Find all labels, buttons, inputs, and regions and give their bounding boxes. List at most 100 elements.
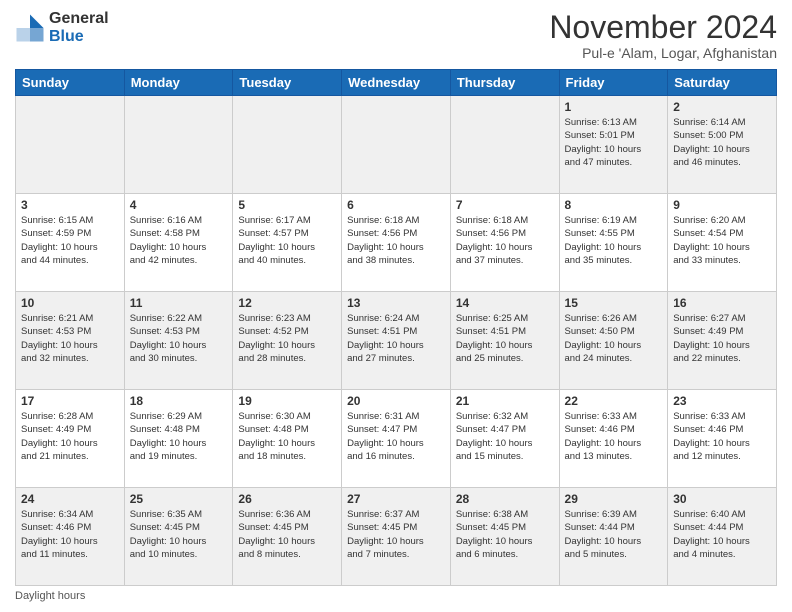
day-info: Sunrise: 6:26 AM Sunset: 4:50 PM Dayligh…: [565, 312, 663, 365]
day-number: 11: [130, 296, 228, 310]
day-number: 14: [456, 296, 554, 310]
day-info: Sunrise: 6:30 AM Sunset: 4:48 PM Dayligh…: [238, 410, 336, 463]
day-number: 22: [565, 394, 663, 408]
calendar-day-header-wednesday: Wednesday: [342, 70, 451, 96]
calendar-day-header-friday: Friday: [559, 70, 668, 96]
logo-icon: [15, 13, 45, 43]
calendar-cell: [450, 96, 559, 194]
calendar-cell: 18Sunrise: 6:29 AM Sunset: 4:48 PM Dayli…: [124, 390, 233, 488]
day-number: 10: [21, 296, 119, 310]
day-info: Sunrise: 6:34 AM Sunset: 4:46 PM Dayligh…: [21, 508, 119, 561]
calendar-cell: [124, 96, 233, 194]
day-info: Sunrise: 6:19 AM Sunset: 4:55 PM Dayligh…: [565, 214, 663, 267]
day-info: Sunrise: 6:28 AM Sunset: 4:49 PM Dayligh…: [21, 410, 119, 463]
calendar-week-row: 1 Sunrise: 6:13 AM Sunset: 5:01 PM Daylig…: [16, 96, 777, 194]
day-number: 26: [238, 492, 336, 506]
calendar-cell: 24 Sunrise: 6:34 AM Sunset: 4:46 PM Dayli…: [16, 488, 125, 586]
month-title: November 2024: [549, 10, 777, 45]
day-number: 17: [21, 394, 119, 408]
calendar-cell: 9 Sunrise: 6:20 AM Sunset: 4:54 PM Daylig…: [668, 194, 777, 292]
day-info: Sunrise: 6:20 AM Sunset: 4:54 PM Dayligh…: [673, 214, 771, 267]
day-number: 1: [565, 100, 663, 114]
calendar-cell: 5 Sunrise: 6:17 AM Sunset: 4:57 PM Daylig…: [233, 194, 342, 292]
calendar-cell: 17 Sunrise: 6:28 AM Sunset: 4:49 PM Dayli…: [16, 390, 125, 488]
day-info: Sunrise: 6:36 AM Sunset: 4:45 PM Dayligh…: [238, 508, 336, 561]
day-info: Sunrise: 6:14 AM Sunset: 5:00 PM Dayligh…: [673, 116, 771, 169]
day-info: Sunrise: 6:18 AM Sunset: 4:56 PM Dayligh…: [456, 214, 554, 267]
day-info: Sunrise: 6:37 AM Sunset: 4:45 PM Dayligh…: [347, 508, 445, 561]
calendar-cell: 19 Sunrise: 6:30 AM Sunset: 4:48 PM Dayli…: [233, 390, 342, 488]
day-number: 30: [673, 492, 771, 506]
calendar-cell: 6Sunrise: 6:18 AM Sunset: 4:56 PM Daylig…: [342, 194, 451, 292]
day-number: 3: [21, 198, 119, 212]
day-info: Sunrise: 6:40 AM Sunset: 4:44 PM Dayligh…: [673, 508, 771, 561]
day-number: 8: [565, 198, 663, 212]
calendar-day-header-tuesday: Tuesday: [233, 70, 342, 96]
day-number: 19: [238, 394, 336, 408]
day-info: Sunrise: 6:17 AM Sunset: 4:57 PM Dayligh…: [238, 214, 336, 267]
day-info: Sunrise: 6:21 AM Sunset: 4:53 PM Dayligh…: [21, 312, 119, 365]
subtitle: Pul-e 'Alam, Logar, Afghanistan: [549, 45, 777, 61]
day-info: Sunrise: 6:16 AM Sunset: 4:58 PM Dayligh…: [130, 214, 228, 267]
day-number: 28: [456, 492, 554, 506]
page: General Blue November 2024 Pul-e 'Alam, …: [0, 0, 792, 612]
footer: Daylight hours: [15, 590, 777, 602]
calendar-week-row: 17 Sunrise: 6:28 AM Sunset: 4:49 PM Dayli…: [16, 390, 777, 488]
calendar-cell: [342, 96, 451, 194]
calendar-cell: 11 Sunrise: 6:22 AM Sunset: 4:53 PM Dayli…: [124, 292, 233, 390]
calendar-cell: 13Sunrise: 6:24 AM Sunset: 4:51 PM Dayli…: [342, 292, 451, 390]
day-info: Sunrise: 6:23 AM Sunset: 4:52 PM Dayligh…: [238, 312, 336, 365]
day-number: 9: [673, 198, 771, 212]
day-info: Sunrise: 6:22 AM Sunset: 4:53 PM Dayligh…: [130, 312, 228, 365]
day-number: 29: [565, 492, 663, 506]
calendar-cell: 29 Sunrise: 6:39 AM Sunset: 4:44 PM Dayli…: [559, 488, 668, 586]
logo-general: General: [49, 10, 109, 28]
calendar-cell: 8 Sunrise: 6:19 AM Sunset: 4:55 PM Daylig…: [559, 194, 668, 292]
calendar-cell: [233, 96, 342, 194]
calendar-cell: 2 Sunrise: 6:14 AM Sunset: 5:00 PM Daylig…: [668, 96, 777, 194]
calendar-cell: 26 Sunrise: 6:36 AM Sunset: 4:45 PM Dayli…: [233, 488, 342, 586]
day-info: Sunrise: 6:38 AM Sunset: 4:45 PM Dayligh…: [456, 508, 554, 561]
calendar-week-row: 24 Sunrise: 6:34 AM Sunset: 4:46 PM Dayli…: [16, 488, 777, 586]
logo: General Blue: [15, 10, 109, 45]
day-info: Sunrise: 6:31 AM Sunset: 4:47 PM Dayligh…: [347, 410, 445, 463]
calendar-cell: 16Sunrise: 6:27 AM Sunset: 4:49 PM Dayli…: [668, 292, 777, 390]
calendar-cell: 23Sunrise: 6:33 AM Sunset: 4:46 PM Dayli…: [668, 390, 777, 488]
calendar-cell: 1 Sunrise: 6:13 AM Sunset: 5:01 PM Daylig…: [559, 96, 668, 194]
day-number: 27: [347, 492, 445, 506]
calendar-table: SundayMondayTuesdayWednesdayThursdayFrid…: [15, 69, 777, 586]
day-number: 5: [238, 198, 336, 212]
day-info: Sunrise: 6:33 AM Sunset: 4:46 PM Dayligh…: [565, 410, 663, 463]
calendar-cell: 20 Sunrise: 6:31 AM Sunset: 4:47 PM Dayli…: [342, 390, 451, 488]
day-info: Sunrise: 6:39 AM Sunset: 4:44 PM Dayligh…: [565, 508, 663, 561]
calendar-cell: 10 Sunrise: 6:21 AM Sunset: 4:53 PM Dayli…: [16, 292, 125, 390]
day-number: 7: [456, 198, 554, 212]
calendar-cell: 28 Sunrise: 6:38 AM Sunset: 4:45 PM Dayli…: [450, 488, 559, 586]
calendar-cell: 12 Sunrise: 6:23 AM Sunset: 4:52 PM Dayli…: [233, 292, 342, 390]
day-info: Sunrise: 6:13 AM Sunset: 5:01 PM Dayligh…: [565, 116, 663, 169]
day-number: 21: [456, 394, 554, 408]
day-number: 25: [130, 492, 228, 506]
day-number: 2: [673, 100, 771, 114]
day-number: 4: [130, 198, 228, 212]
day-info: Sunrise: 6:35 AM Sunset: 4:45 PM Dayligh…: [130, 508, 228, 561]
calendar-cell: 21Sunrise: 6:32 AM Sunset: 4:47 PM Dayli…: [450, 390, 559, 488]
calendar-week-row: 3 Sunrise: 6:15 AM Sunset: 4:59 PM Daylig…: [16, 194, 777, 292]
day-number: 20: [347, 394, 445, 408]
calendar-cell: 15 Sunrise: 6:26 AM Sunset: 4:50 PM Dayli…: [559, 292, 668, 390]
calendar-day-header-saturday: Saturday: [668, 70, 777, 96]
day-number: 12: [238, 296, 336, 310]
calendar-cell: 22 Sunrise: 6:33 AM Sunset: 4:46 PM Dayli…: [559, 390, 668, 488]
calendar-cell: 4 Sunrise: 6:16 AM Sunset: 4:58 PM Daylig…: [124, 194, 233, 292]
header: General Blue November 2024 Pul-e 'Alam, …: [15, 10, 777, 61]
day-number: 6: [347, 198, 445, 212]
calendar-day-header-thursday: Thursday: [450, 70, 559, 96]
day-number: 24: [21, 492, 119, 506]
day-info: Sunrise: 6:25 AM Sunset: 4:51 PM Dayligh…: [456, 312, 554, 365]
calendar-cell: 7 Sunrise: 6:18 AM Sunset: 4:56 PM Daylig…: [450, 194, 559, 292]
calendar-day-header-monday: Monday: [124, 70, 233, 96]
title-section: November 2024 Pul-e 'Alam, Logar, Afghan…: [549, 10, 777, 61]
day-number: 15: [565, 296, 663, 310]
day-info: Sunrise: 6:15 AM Sunset: 4:59 PM Dayligh…: [21, 214, 119, 267]
day-number: 18: [130, 394, 228, 408]
